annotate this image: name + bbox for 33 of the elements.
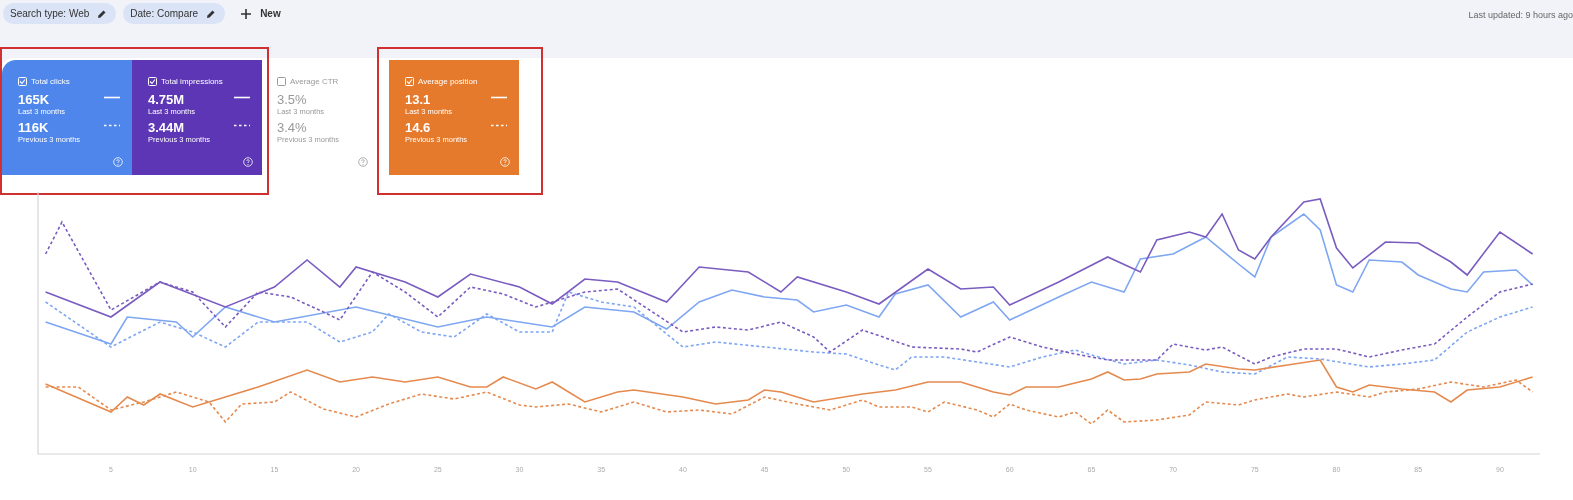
dotted-line-icon (491, 124, 507, 127)
metric-value: 165K (18, 92, 51, 107)
checked-checkbox-icon (18, 77, 27, 86)
metric-value: 3.5% (277, 92, 308, 107)
last-updated-text: Last updated: 9 hours ago (1468, 10, 1573, 20)
pencil-icon (206, 8, 217, 19)
dotted-line-icon (104, 124, 120, 127)
checked-checkbox-icon (148, 77, 157, 86)
metric-value: 3.44M (148, 120, 186, 135)
metric-value: 13.1 (405, 92, 432, 107)
dotted-line-icon (234, 124, 250, 127)
help-icon (358, 157, 368, 167)
help-icon (243, 157, 253, 167)
metric-value: 4.75M (148, 92, 186, 107)
new-filter-button[interactable]: New (234, 3, 287, 24)
metric-label: Average position (418, 77, 478, 86)
metric-label: Total impressions (161, 77, 223, 86)
solid-line-icon (491, 96, 507, 99)
metric-value: 116K (18, 120, 50, 135)
filter-chip[interactable]: Date: Compare (123, 3, 226, 24)
solid-line-icon (234, 96, 250, 99)
metric-label: Total clicks (31, 77, 70, 86)
checkbox-icon (277, 77, 286, 86)
help-icon (500, 157, 510, 167)
checked-checkbox-icon (405, 77, 414, 86)
pencil-icon (97, 8, 108, 19)
help-icon (113, 157, 123, 167)
metric-value: 14.6 (405, 120, 432, 135)
filter-chip[interactable]: Search type: Web (3, 3, 117, 24)
metric-value: 3.4% (277, 120, 308, 135)
plus-icon (240, 7, 253, 20)
solid-line-icon (104, 96, 120, 99)
metric-label: Average CTR (290, 77, 339, 86)
